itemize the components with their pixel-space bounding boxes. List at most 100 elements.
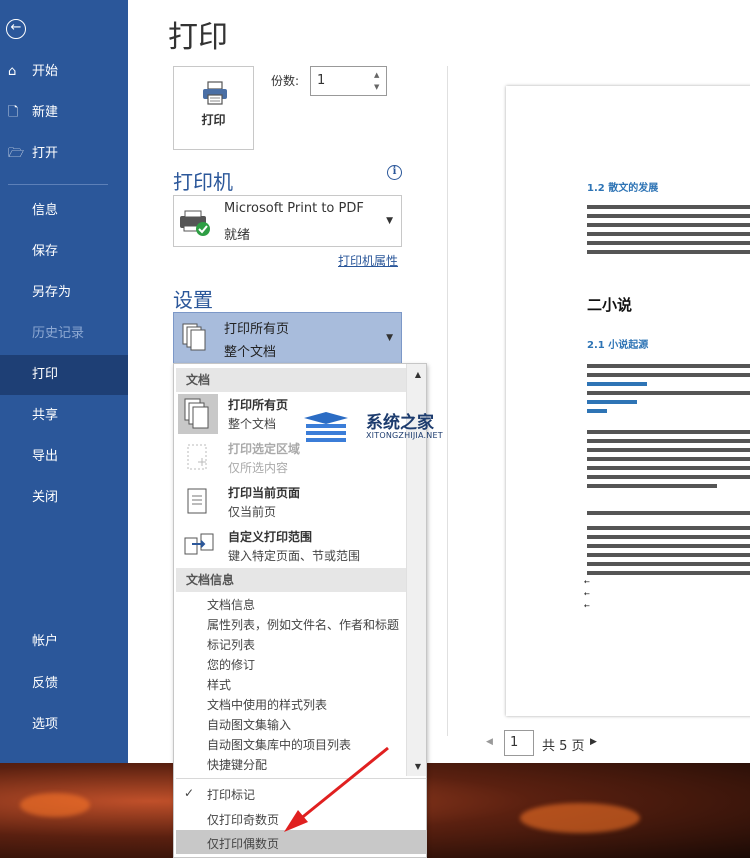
preview-bullet: ← [584, 578, 590, 586]
print-button[interactable]: 打印 [173, 66, 254, 150]
menu-item-markup-list[interactable]: 标记列表 [207, 636, 255, 653]
menu-option-title: 打印选定区域 [228, 442, 301, 456]
new-doc-icon: 🗋 [8, 105, 19, 120]
nav-item-new[interactable]: 🗋 新建 [0, 93, 128, 133]
preview-text-line [587, 373, 750, 377]
next-page-icon[interactable]: ▶ [590, 737, 597, 747]
preview-text-line [587, 571, 750, 575]
printer-ready-icon [178, 208, 214, 238]
printer-heading: 打印机 [173, 170, 233, 194]
menu-option-subtitle: 整个文档 [228, 417, 277, 431]
nav-item-label: 新建 [32, 105, 59, 120]
preview-text-line [587, 553, 750, 557]
background-light [20, 793, 90, 817]
annotation-arrow-icon [284, 746, 389, 832]
preview-text-line [587, 430, 750, 434]
preview-text-line [587, 544, 750, 548]
backstage-nav: ← ⌂ 开始 🗋 新建 🗁 打开 信息 保存 另存为 历史记录 打印 共享 导出… [0, 0, 128, 763]
nav-item-options[interactable]: 选项 [0, 705, 128, 745]
preview-link-line [587, 400, 637, 404]
nav-item-export[interactable]: 导出 [0, 437, 128, 477]
menu-item-autotext[interactable]: 自动图文集输入 [207, 716, 291, 733]
previous-page-icon[interactable]: ◀ [486, 737, 493, 747]
preview-link-line [587, 382, 647, 386]
custom-range-icon [178, 526, 218, 566]
nav-item-info[interactable]: 信息 [0, 191, 128, 231]
preview-text-line [587, 526, 750, 530]
printer-icon [201, 81, 229, 105]
menu-item-styles[interactable]: 样式 [207, 676, 231, 693]
page-title: 打印 [168, 20, 228, 55]
nav-item-close[interactable]: 关闭 [0, 478, 128, 518]
menu-item-properties[interactable]: 属性列表，例如文件名、作者和标题 [207, 616, 399, 633]
settings-heading: 设置 [173, 288, 213, 312]
current-page-input[interactable]: 1 [504, 730, 534, 756]
preview-heading-ch2: 二小说 [587, 296, 633, 314]
nav-item-history: 历史记录 [32, 326, 85, 341]
preview-text-line [587, 511, 750, 515]
site-watermark: 系统之家 XITONGZHIJIA.NET [296, 404, 451, 450]
watermark-text: 系统之家 [366, 413, 434, 433]
menu-section-document-info: 文档信息 [176, 568, 406, 592]
menu-option-title: 打印所有页 [228, 398, 289, 412]
check-icon: ✓ [184, 786, 195, 800]
preview-text-line [587, 466, 750, 470]
scroll-up-icon[interactable]: ▲ [415, 370, 421, 379]
nav-item-save[interactable]: 保存 [0, 232, 128, 272]
current-page-icon [178, 482, 218, 522]
preview-text-line [587, 535, 750, 539]
nav-item-save-as[interactable]: 另存为 [0, 273, 128, 313]
menu-option-custom-range[interactable]: 自定义打印范围 键入特定页面、节或范围 [176, 524, 406, 568]
preview-text-line [587, 205, 750, 209]
copies-input[interactable]: 1 ▲ ▼ [310, 66, 387, 96]
back-arrow-icon[interactable]: ← [6, 19, 26, 39]
preview-text-line [587, 562, 750, 566]
all-pages-icon [178, 394, 218, 434]
chevron-down-icon: ▼ [386, 333, 393, 343]
menu-item-even-pages[interactable]: 仅打印偶数页 [207, 835, 279, 852]
nav-item-account[interactable]: 帐户 [0, 622, 128, 662]
nav-divider [8, 184, 108, 185]
menu-item-your-revisions[interactable]: 您的修订 [207, 656, 255, 673]
menu-item-document-info[interactable]: 文档信息 [207, 596, 255, 613]
menu-option-current-page[interactable]: 打印当前页面 仅当前页 [176, 480, 406, 524]
printer-name: Microsoft Print to PDF [224, 201, 364, 216]
preview-text-line [587, 457, 750, 461]
printer-select[interactable]: Microsoft Print to PDF 就绪 ▼ [173, 195, 402, 247]
menu-item-key-assignments[interactable]: 快捷键分配 [207, 756, 267, 773]
menu-item-odd-pages[interactable]: 仅打印奇数页 [207, 811, 279, 828]
preview-text-line [587, 223, 750, 227]
preview-heading-2-1: 2.1 小说起源 [587, 340, 649, 351]
preview-text-line [587, 250, 750, 254]
watermark-logo-icon [300, 412, 352, 444]
menu-item-styles-list[interactable]: 文档中使用的样式列表 [207, 696, 327, 713]
nav-item-open[interactable]: 🗁 打开 [0, 134, 128, 174]
preview-link-line [587, 409, 607, 413]
preview-text-line [587, 484, 717, 488]
info-icon[interactable]: i [387, 165, 402, 180]
preview-text-line [587, 232, 750, 236]
preview-text-line [587, 214, 750, 218]
home-icon: ⌂ [8, 64, 17, 79]
nav-item-feedback[interactable]: 反馈 [0, 664, 128, 704]
scroll-down-icon[interactable]: ▼ [415, 762, 421, 771]
preview-text-line [587, 448, 750, 452]
nav-item-home[interactable]: ⌂ 开始 [0, 52, 128, 92]
folder-open-icon: 🗁 [8, 146, 25, 161]
chevron-down-icon: ▼ [386, 216, 393, 226]
preview-heading-1-2: 1.2 散文的发展 [587, 183, 659, 194]
print-range-select[interactable]: 打印所有页 整个文档 ▼ [173, 312, 402, 364]
printer-status: 就绪 [224, 228, 251, 243]
print-preview-page: 1.2 散文的发展 二小说 2.1 小说起源 ← ← ← [506, 86, 750, 716]
printer-properties-link[interactable]: 打印机属性 [338, 252, 398, 269]
menu-item-print-markup[interactable]: 打印标记 [207, 786, 255, 803]
nav-item-print[interactable]: 打印 [0, 355, 128, 395]
copies-stepper[interactable]: ▲ ▼ [374, 69, 384, 93]
menu-option-title: 打印当前页面 [228, 486, 301, 500]
print-range-subtitle: 整个文档 [224, 345, 277, 360]
preview-divider [447, 66, 448, 736]
print-button-label: 打印 [201, 113, 226, 127]
menu-option-subtitle: 键入特定页面、节或范围 [228, 549, 361, 563]
nav-item-share[interactable]: 共享 [0, 396, 128, 436]
preview-text-line [587, 391, 750, 395]
